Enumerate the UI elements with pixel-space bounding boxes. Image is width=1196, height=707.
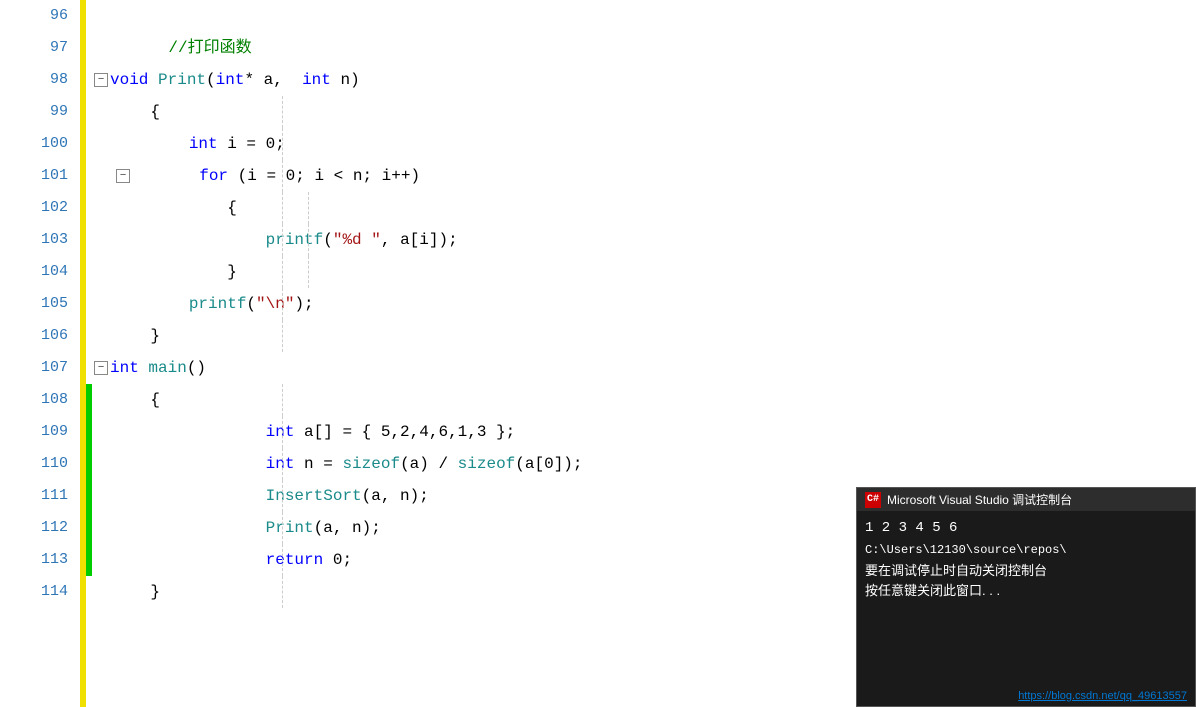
code-line-99: {	[86, 96, 1196, 128]
terminal-output-2: C:\Users\12130\source\repos\	[865, 539, 1187, 561]
terminal-titlebar: C# Microsoft Visual Studio 调试控制台	[857, 488, 1195, 511]
collapse-101[interactable]: −	[116, 169, 130, 183]
code-line-109: int a[] = { 5,2,4,6,1,3 };	[86, 416, 1196, 448]
code-line-97: //打印函数	[86, 32, 1196, 64]
ln-99: 99	[0, 96, 68, 128]
collapse-107[interactable]: −	[94, 361, 108, 375]
code-line-96	[86, 0, 1196, 32]
terminal-output-3: 要在调试停止时自动关闭控制台	[865, 561, 1187, 581]
line-numbers: 96 97 98 99 100 101 102 103 104 105 106 …	[0, 0, 80, 707]
ln-105: 105	[0, 288, 68, 320]
code-line-105: printf ( "\n" );	[86, 288, 1196, 320]
ln-106: 106	[0, 320, 68, 352]
code-line-106: }	[86, 320, 1196, 352]
vs-icon: C#	[865, 492, 881, 508]
terminal-output-4: 按任意键关闭此窗口. . .	[865, 581, 1187, 601]
code-line-98: − void Print ( int * a, int n)	[86, 64, 1196, 96]
terminal-title: Microsoft Visual Studio 调试控制台	[887, 491, 1072, 508]
ln-108: 108	[0, 384, 68, 416]
code-line-100: int i = 0;	[86, 128, 1196, 160]
ln-110: 110	[0, 448, 68, 480]
space-98a	[148, 64, 158, 96]
terminal-output-1: 1 2 3 4 5 6	[865, 517, 1187, 539]
terminal-window: C# Microsoft Visual Studio 调试控制台 1 2 3 4…	[856, 487, 1196, 707]
ln-111: 111	[0, 480, 68, 512]
ln-97: 97	[0, 32, 68, 64]
code-line-102: {	[86, 192, 1196, 224]
code-line-103: printf ( "%d " , a[i]);	[86, 224, 1196, 256]
code-line-104: }	[86, 256, 1196, 288]
kw-void-98: void	[110, 64, 148, 96]
ln-102: 102	[0, 192, 68, 224]
ln-113: 113	[0, 544, 68, 576]
ln-96: 96	[0, 0, 68, 32]
ln-103: 103	[0, 224, 68, 256]
comment-print: //打印函数	[130, 32, 252, 64]
ln-100: 100	[0, 128, 68, 160]
ln-114: 114	[0, 576, 68, 608]
vs-icon-text: C#	[867, 494, 879, 505]
code-line-108: {	[86, 384, 1196, 416]
ln-107: 107	[0, 352, 68, 384]
editor-area: 96 97 98 99 100 101 102 103 104 105 106 …	[0, 0, 1196, 707]
code-line-101: − for (i = 0; i < n; i++)	[86, 160, 1196, 192]
ln-109: 109	[0, 416, 68, 448]
collapse-98[interactable]: −	[94, 73, 108, 87]
green-sidebar-main	[86, 384, 92, 576]
ln-101: 101	[0, 160, 68, 192]
code-line-110: int n = sizeof (a) / sizeof (a[0]);	[86, 448, 1196, 480]
terminal-footer-url[interactable]: https://blog.csdn.net/qq_49613557	[1018, 690, 1187, 702]
terminal-body: 1 2 3 4 5 6 C:\Users\12130\source\repos\…	[857, 511, 1195, 607]
ln-112: 112	[0, 512, 68, 544]
ln-98: 98	[0, 64, 68, 96]
code-line-107: − int main ()	[86, 352, 1196, 384]
fn-print: Print	[158, 64, 206, 96]
ln-104: 104	[0, 256, 68, 288]
